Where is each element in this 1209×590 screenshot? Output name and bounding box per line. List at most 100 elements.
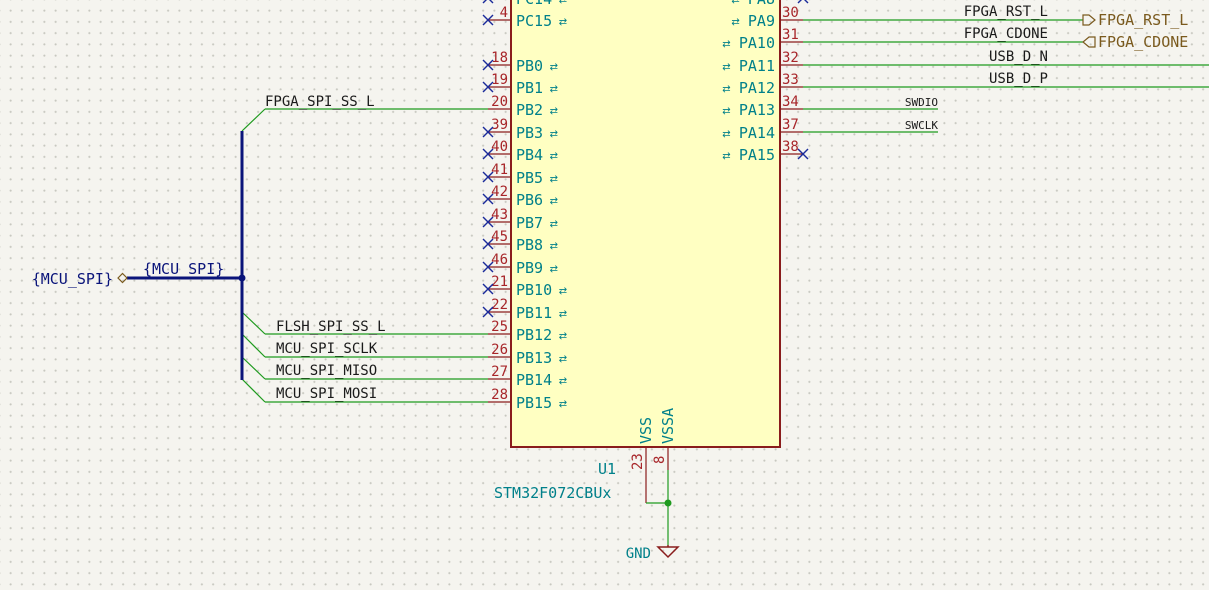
- pin-name-pa11: PA11: [739, 57, 775, 75]
- pin-name-pb7: PB7: [516, 214, 543, 232]
- pin-number-pb2: 20: [491, 94, 508, 110]
- bidirectional-icon: ⇄: [722, 106, 730, 117]
- bidirectional-icon: ⇄: [731, 17, 739, 28]
- wire-pb15-entry[interactable]: [241, 378, 266, 403]
- bidirectional-icon: ⇄: [550, 151, 558, 162]
- pin-name-pb12: PB12: [516, 326, 552, 344]
- gnd-symbol[interactable]: [656, 546, 680, 559]
- schematic-canvas[interactable]: 3PC14⇄4PC15⇄18PB0⇄19PB1⇄20PB2⇄39PB3⇄40PB…: [0, 0, 1209, 590]
- pin-number-pb8: 45: [491, 229, 508, 245]
- net-label-usb-d-n[interactable]: USB_D_N: [989, 49, 1048, 65]
- bidirectional-icon: ⇄: [550, 196, 558, 207]
- pin-number-pb0: 18: [491, 50, 508, 66]
- pin-number-pb14: 27: [491, 364, 508, 380]
- bidirectional-icon: ⇄: [550, 129, 558, 140]
- pin-number-vssa: 8: [652, 456, 668, 464]
- pin-name-pb0: PB0: [516, 57, 543, 75]
- bidirectional-icon: ⇄: [559, 286, 567, 297]
- pin-name-pc14: PC14: [516, 0, 552, 8]
- bidirectional-icon: ⇄: [550, 264, 558, 275]
- pin-number-pb7: 43: [491, 207, 508, 223]
- pin-name-pb10: PB10: [516, 281, 552, 299]
- net-label-flsh-spi-ss[interactable]: FLSH_SPI_SS_L: [276, 319, 386, 335]
- pin-number-pb10: 21: [491, 274, 508, 290]
- pin-number-pa15: 38: [782, 139, 799, 155]
- pin-name-pa12: PA12: [739, 79, 775, 97]
- bidirectional-icon: ⇄: [550, 62, 558, 73]
- bidirectional-icon: ⇄: [550, 84, 558, 95]
- component-ref[interactable]: U1: [598, 460, 616, 478]
- hier-label-fpga-cdone[interactable]: FPGA_CDONE: [1098, 33, 1188, 51]
- pin-number-pb11: 22: [491, 297, 508, 313]
- pin-name-pa14: PA14: [739, 124, 775, 142]
- bidirectional-icon: ⇄: [722, 84, 730, 95]
- hier-label-mcu-spi[interactable]: {MCU_SPI}: [32, 270, 113, 288]
- pin-name-pb8: PB8: [516, 236, 543, 254]
- hier-label-fpga-rst[interactable]: FPGA_RST_L: [1098, 11, 1188, 29]
- bidirectional-icon: ⇄: [722, 129, 730, 140]
- pin-name-pb3: PB3: [516, 124, 543, 142]
- bidirectional-icon: ⇄: [559, 399, 567, 410]
- net-label-mcu-spi-sclk[interactable]: MCU_SPI_SCLK: [276, 341, 378, 357]
- net-label-fpga-spi-ss[interactable]: FPGA_SPI_SS_L: [265, 94, 375, 110]
- pin-name-pb2: PB2: [516, 101, 543, 119]
- pin-name-pb13: PB13: [516, 349, 552, 367]
- hier-label-fpga-rst-shape[interactable]: [1082, 14, 1096, 26]
- pin-name-vssa: VSSA: [659, 408, 677, 444]
- wire-pb12-entry[interactable]: [241, 311, 266, 335]
- pin-number-pb3: 39: [491, 117, 508, 133]
- net-label-mcu-spi-mosi[interactable]: MCU_SPI_MOSI: [276, 386, 377, 402]
- pin-number-pa10: 31: [782, 27, 799, 43]
- net-label-swdio[interactable]: SWDIO: [905, 96, 938, 109]
- net-label-usb-d-p[interactable]: USB_D_P: [989, 71, 1048, 87]
- bidirectional-icon: ⇄: [550, 174, 558, 185]
- bidirectional-icon: ⇄: [550, 219, 558, 230]
- pin-name-pb5: PB5: [516, 169, 543, 187]
- pin-name-pb4: PB4: [516, 146, 543, 164]
- pin-number-pa12: 33: [782, 72, 799, 88]
- pin-number-pb9: 46: [491, 252, 508, 268]
- pin-name-pb14: PB14: [516, 371, 552, 389]
- pin-number-pa13: 34: [782, 94, 799, 110]
- pin-number-pa9: 30: [782, 5, 799, 21]
- bidirectional-icon: ⇄: [559, 376, 567, 387]
- pin-number-pa14: 37: [782, 117, 799, 133]
- net-label-fpga-rst[interactable]: FPGA_RST_L: [964, 4, 1048, 20]
- pin-name-pb6: PB6: [516, 191, 543, 209]
- hier-label-fpga-cdone-shape[interactable]: [1082, 36, 1096, 48]
- pin-number-pb12: 25: [491, 319, 508, 335]
- pin-number-pb5: 41: [491, 162, 508, 178]
- bidirectional-icon: ⇄: [559, 309, 567, 320]
- pin-name-pb11: PB11: [516, 304, 552, 322]
- bus-label-mcu-spi[interactable]: {MCU_SPI}: [143, 260, 224, 278]
- pin-name-pa9: PA9: [748, 12, 775, 30]
- pin-number-pa11: 32: [782, 50, 799, 66]
- hier-label-mcu-spi-diamond[interactable]: [117, 272, 128, 284]
- wire-pb14-entry[interactable]: [241, 356, 266, 380]
- bidirectional-icon: ⇄: [722, 151, 730, 162]
- bidirectional-icon: ⇄: [559, 331, 567, 342]
- pin-number-pb4: 40: [491, 139, 508, 155]
- net-label-fpga-cdone[interactable]: FPGA_CDONE: [964, 26, 1048, 42]
- bidirectional-icon: ⇄: [731, 0, 739, 6]
- pin-number-pb15: 28: [491, 387, 508, 403]
- bidirectional-icon: ⇄: [559, 0, 567, 6]
- pin-number-pc15: 4: [500, 5, 508, 21]
- bidirectional-icon: ⇄: [550, 106, 558, 117]
- pin-number-pb6: 42: [491, 184, 508, 200]
- bidirectional-icon: ⇄: [722, 39, 730, 50]
- bidirectional-icon: ⇄: [550, 241, 558, 252]
- pin-number-pb13: 26: [491, 342, 508, 358]
- net-label-mcu-spi-miso[interactable]: MCU_SPI_MISO: [276, 363, 377, 379]
- pin-name-pa8: PA8: [748, 0, 775, 8]
- pin-number-vss: 23: [630, 453, 646, 470]
- net-label-swclk[interactable]: SWCLK: [905, 119, 938, 132]
- wire-pb13-entry[interactable]: [241, 333, 266, 358]
- bidirectional-icon: ⇄: [559, 354, 567, 365]
- bus-junction: [238, 274, 246, 282]
- pin-name-pb15: PB15: [516, 394, 552, 412]
- component-value[interactable]: STM32F072CBUx: [494, 484, 611, 502]
- wire-pb2-entry[interactable]: [241, 108, 266, 132]
- gnd-label[interactable]: GND: [626, 546, 651, 562]
- bidirectional-icon: ⇄: [722, 62, 730, 73]
